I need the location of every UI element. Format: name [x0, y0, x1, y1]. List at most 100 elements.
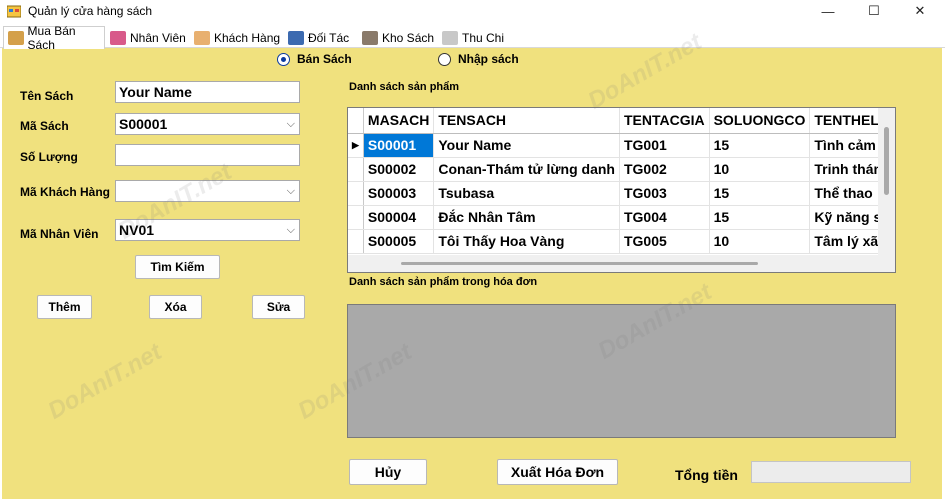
table-cell[interactable]: S00003	[363, 181, 435, 206]
table-cell[interactable]: TG002	[619, 157, 710, 182]
close-button[interactable]: ✕	[897, 0, 943, 22]
tab-thu-chi[interactable]: Thu Chi	[438, 28, 506, 48]
row-header[interactable]	[348, 229, 364, 254]
tab-label: Kho Sách	[382, 31, 435, 45]
table-cell[interactable]: Conan-Thám tử lừng danh	[433, 157, 620, 182]
product-grid[interactable]: MASACH TENSACH TENTACGIA SOLUONGCO TENTH…	[347, 107, 896, 273]
huy-button[interactable]: Hủy	[349, 459, 427, 485]
table-row[interactable]: ▶ S00001 Your Name TG001 15 Tình cảm lãn…	[348, 133, 895, 158]
maximize-button[interactable]: ☐	[851, 0, 897, 22]
ma-nhan-vien-value: NV01	[119, 222, 155, 238]
money-icon	[8, 31, 24, 45]
table-cell[interactable]: Tôi Thấy Hoa Vàng	[433, 229, 620, 254]
table-cell[interactable]: 15	[709, 133, 811, 158]
horizontal-scrollbar[interactable]	[348, 255, 878, 272]
person-icon	[110, 31, 126, 45]
chevron-down-icon: ⌵	[286, 224, 295, 236]
close-icon: ✕	[914, 3, 926, 18]
ma-khach-hang-label: Mã Khách Hàng	[20, 185, 111, 199]
mua-ban-sach-panel: Bán Sách Nhập sách Tên Sách Your Name Mã…	[2, 28, 942, 499]
ten-sach-input[interactable]: Your Name	[115, 81, 300, 103]
invoice-grid[interactable]	[347, 304, 896, 438]
table-row[interactable]: S00005 Tôi Thấy Hoa Vàng TG005 10 Tâm lý…	[348, 229, 895, 254]
minimize-icon: —	[821, 3, 835, 19]
tab-mua-ban-sach[interactable]: Mua Bán Sách	[3, 24, 105, 52]
them-button[interactable]: Thêm	[37, 295, 92, 319]
tim-kiem-button[interactable]: Tìm Kiếm	[135, 255, 220, 279]
row-header[interactable]	[348, 205, 364, 230]
table-cell[interactable]: S00002	[363, 157, 435, 182]
so-luong-label: Số Lượng	[20, 150, 78, 164]
chevron-down-icon: ⌵	[286, 185, 295, 197]
column-header[interactable]: TENTACGIA	[619, 108, 710, 134]
table-cell[interactable]: 10	[709, 229, 811, 254]
tab-label: Đối Tác	[308, 31, 350, 45]
vertical-scroll-thumb[interactable]	[884, 127, 889, 195]
so-luong-input[interactable]	[115, 144, 300, 166]
radio-unselected-icon	[438, 52, 451, 66]
row-header[interactable]	[348, 157, 364, 182]
table-cell[interactable]: 10	[709, 157, 811, 182]
window-title: Quản lý cửa hàng sách	[28, 4, 153, 18]
selected-row-marker-icon: ▶	[348, 133, 364, 158]
horizontal-scroll-thumb[interactable]	[401, 262, 758, 265]
ma-sach-value: S00001	[119, 116, 168, 132]
tab-label: Mua Bán Sách	[27, 24, 76, 52]
table-row[interactable]: S00003 Tsubasa TG003 15 Thể thao	[348, 181, 895, 206]
row-header[interactable]	[348, 181, 364, 206]
maximize-icon: ☐	[868, 3, 880, 18]
table-cell[interactable]: TG003	[619, 181, 710, 206]
vertical-scrollbar[interactable]	[878, 108, 895, 272]
ma-nhan-vien-label: Mã Nhân Viên	[20, 227, 99, 241]
column-header[interactable]: MASACH	[363, 108, 435, 134]
watermark: DoAnIT.net	[43, 338, 167, 425]
table-cell[interactable]: TG004	[619, 205, 710, 230]
table-cell[interactable]: TG001	[619, 133, 710, 158]
tong-tien-label: Tổng tiền	[675, 467, 738, 483]
xuat-hoa-don-button[interactable]: Xuất Hóa Đơn	[497, 459, 618, 485]
app-icon	[7, 5, 21, 18]
tab-strip: Mua Bán Sách Nhân Viên Khách Hàng Đối Tá…	[0, 24, 945, 52]
invoice-list-label: Danh sách sản phẩm trong hóa đơn	[349, 276, 538, 288]
column-header[interactable]: TENSACH	[433, 108, 620, 134]
table-cell[interactable]: Đắc Nhân Tâm	[433, 205, 620, 230]
table-cell[interactable]: Tsubasa	[433, 181, 620, 206]
ma-sach-combo[interactable]: S00001 ⌵	[115, 113, 300, 135]
customer-icon	[194, 31, 210, 45]
table-cell[interactable]: 15	[709, 205, 811, 230]
tab-kho-sach[interactable]: Kho Sách	[358, 28, 436, 48]
handshake-icon	[288, 31, 304, 45]
ten-sach-label: Tên Sách	[20, 89, 74, 103]
table-row[interactable]: S00002 Conan-Thám tử lừng danh TG002 10 …	[348, 157, 895, 182]
table-cell[interactable]: TG005	[619, 229, 710, 254]
warehouse-icon	[362, 31, 378, 45]
tab-label: Nhân Viên	[130, 31, 186, 45]
tab-label: Thu Chi	[462, 31, 505, 45]
ma-khach-hang-combo[interactable]: ⌵	[115, 180, 300, 202]
table-cell[interactable]: Your Name	[433, 133, 620, 158]
ma-nhan-vien-combo[interactable]: NV01 ⌵	[115, 219, 300, 241]
column-header[interactable]: SOLUONGCO	[709, 108, 811, 134]
chart-icon	[442, 31, 458, 45]
table-cell[interactable]: S00004	[363, 205, 435, 230]
xoa-button[interactable]: Xóa	[149, 295, 202, 319]
ma-sach-label: Mã Sách	[20, 119, 69, 133]
row-header-corner	[348, 108, 364, 134]
radio-selected-icon	[277, 52, 290, 66]
minimize-button[interactable]: —	[805, 0, 851, 22]
product-table: MASACH TENSACH TENTACGIA SOLUONGCO TENTH…	[348, 108, 895, 254]
radio-nhap-sach[interactable]: Nhập sách	[438, 52, 519, 66]
tab-khach-hang[interactable]: Khách Hàng	[190, 28, 282, 48]
tab-nhan-vien[interactable]: Nhân Viên	[106, 28, 188, 48]
table-row[interactable]: S00004 Đắc Nhân Tâm TG004 15 Kỹ năng sốn…	[348, 205, 895, 230]
table-header-row: MASACH TENSACH TENTACGIA SOLUONGCO TENTH…	[348, 108, 895, 134]
radio-ban-sach[interactable]: Bán Sách	[277, 52, 352, 66]
product-list-label: Danh sách sản phẩm	[349, 81, 460, 93]
sua-button[interactable]: Sửa	[252, 295, 305, 319]
tab-label: Khách Hàng	[214, 31, 281, 45]
radio-nhap-sach-label: Nhập sách	[458, 52, 519, 66]
tab-doi-tac[interactable]: Đối Tác	[284, 28, 356, 48]
table-cell[interactable]: 15	[709, 181, 811, 206]
table-cell[interactable]: S00001	[363, 133, 435, 158]
table-cell[interactable]: S00005	[363, 229, 435, 254]
